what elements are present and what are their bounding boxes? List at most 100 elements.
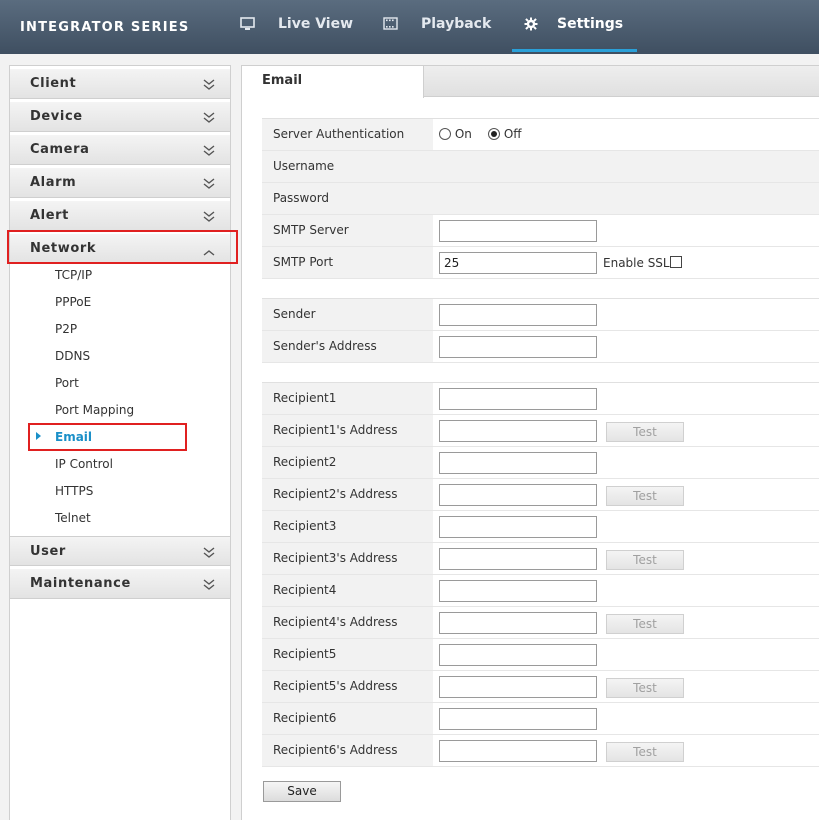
tab-settings[interactable]: Settings [512,16,638,52]
auth-off-option[interactable]: Off [488,127,522,141]
tab-playback[interactable]: Playback [383,16,491,52]
enable-ssl-label: Enable SSL [603,256,670,270]
server-auth-options: On Off [433,119,819,150]
sidebar-section-alarm[interactable]: Alarm [10,168,230,198]
smtp-server-input[interactable] [439,220,597,242]
tab-email[interactable]: Email [242,66,424,98]
recipient5-input[interactable] [439,644,597,666]
recipient-label: Recipient5 [262,639,433,670]
chevron-down-icon [203,579,215,590]
recipient5-test-button[interactable]: Test [606,678,684,698]
sidebar-section-device[interactable]: Device [10,102,230,132]
sidebar-item-pppoe[interactable]: PPPoE [55,295,91,309]
recipient-label: Recipient4 [262,575,433,606]
sidebar-item-port-mapping[interactable]: Port Mapping [55,403,134,417]
recipient6-address-input[interactable] [439,740,597,762]
recipient4-test-button[interactable]: Test [606,614,684,634]
sidebar-item-https[interactable]: HTTPS [55,484,93,498]
sidebar-section-client[interactable]: Client [10,69,230,99]
recipient-address-row: Recipient2's Address Test [262,479,819,511]
recipient-row: Recipient4 [262,575,819,607]
sidebar-item-tcp-ip[interactable]: TCP/IP [55,268,92,282]
sidebar-section-camera[interactable]: Camera [10,135,230,165]
auth-on-option[interactable]: On [439,127,472,141]
username-row: Username [262,151,819,183]
recipient6-test-button[interactable]: Test [606,742,684,762]
recipient3-input[interactable] [439,516,597,538]
enable-ssl-checkbox[interactable] [669,256,682,268]
password-row: Password [262,183,819,215]
recipient-address-label: Recipient6's Address [262,735,433,766]
sender-address-row: Sender's Address [262,331,819,363]
content-panel: Email Server Authentication On Off Usern… [241,65,819,820]
network-highlight-box [7,230,238,264]
recipient2-test-button[interactable]: Test [606,486,684,506]
radio-off[interactable] [488,128,500,140]
section-label: User [30,544,66,559]
recipient5-address-input[interactable] [439,676,597,698]
sender-input[interactable] [439,304,597,326]
sidebar-section-maintenance[interactable]: Maintenance [10,569,230,599]
sidebar-section-user[interactable]: User [10,536,230,566]
save-button[interactable]: Save [263,781,341,802]
recipient-address-label: Recipient2's Address [262,479,433,510]
recipient-row: Recipient3 [262,511,819,543]
sidebar-item-port[interactable]: Port [55,376,79,390]
recipient-address-row: Recipient3's Address Test [262,543,819,575]
recipient-label: Recipient3 [262,511,433,542]
section-label: Client [30,76,77,91]
recipient-address-row: Recipient4's Address Test [262,607,819,639]
section-label: Alert [30,208,69,223]
sidebar-item-telnet[interactable]: Telnet [55,511,91,525]
film-icon [383,17,398,30]
brand-logo: INTEGRATOR SERIES [20,20,190,35]
chevron-down-icon [203,547,215,558]
tab-label: Playback [421,16,492,32]
recipient1-input[interactable] [439,388,597,410]
smtp-port-label: SMTP Port [262,247,433,278]
auth-on-label: On [454,127,472,141]
sender-label: Sender [262,299,433,330]
recipient6-input[interactable] [439,708,597,730]
section-label: Alarm [30,175,77,190]
server-auth-label: Server Authentication [262,119,433,150]
auth-off-label: Off [503,127,522,141]
sidebar-item-ddns[interactable]: DDNS [55,349,90,363]
gear-icon [524,17,538,31]
recipient4-address-input[interactable] [439,612,597,634]
chevron-down-icon [203,211,215,222]
section-label: Camera [30,142,90,157]
recipient4-input[interactable] [439,580,597,602]
recipient2-input[interactable] [439,452,597,474]
smtp-port-input[interactable]: 25 [439,252,597,274]
password-value [433,183,819,214]
sender-address-label: Sender's Address [262,331,433,362]
radio-on[interactable] [439,128,451,140]
chevron-down-icon [203,79,215,90]
chevron-down-icon [203,145,215,156]
smtp-port-row: SMTP Port 25 Enable SSL [262,247,819,279]
recipient-address-label: Recipient4's Address [262,607,433,638]
monitor-icon [240,17,255,30]
sidebar-item-p2p[interactable]: P2P [55,322,77,336]
recipient-address-row: Recipient5's Address Test [262,671,819,703]
recipient-address-label: Recipient3's Address [262,543,433,574]
recipient1-test-button[interactable]: Test [606,422,684,442]
recipient3-address-input[interactable] [439,548,597,570]
enable-ssl-option[interactable]: Enable SSL [603,256,682,270]
recipient-label: Recipient2 [262,447,433,478]
recipient-address-row: Recipient1's Address Test [262,415,819,447]
chevron-down-icon [203,178,215,189]
tab-label: Settings [557,16,624,32]
recipients-group: Recipient1 Recipient1's Address Test Rec… [262,382,819,767]
sidebar-item-ip-control[interactable]: IP Control [55,457,113,471]
sender-address-input[interactable] [439,336,597,358]
tab-live-view[interactable]: Live View [240,16,353,52]
smtp-server-row: SMTP Server [262,215,819,247]
server-auth-row: Server Authentication On Off [262,119,819,151]
sidebar-section-alert[interactable]: Alert [10,201,230,231]
recipient2-address-input[interactable] [439,484,597,506]
recipient-row: Recipient5 [262,639,819,671]
recipient1-address-input[interactable] [439,420,597,442]
recipient3-test-button[interactable]: Test [606,550,684,570]
